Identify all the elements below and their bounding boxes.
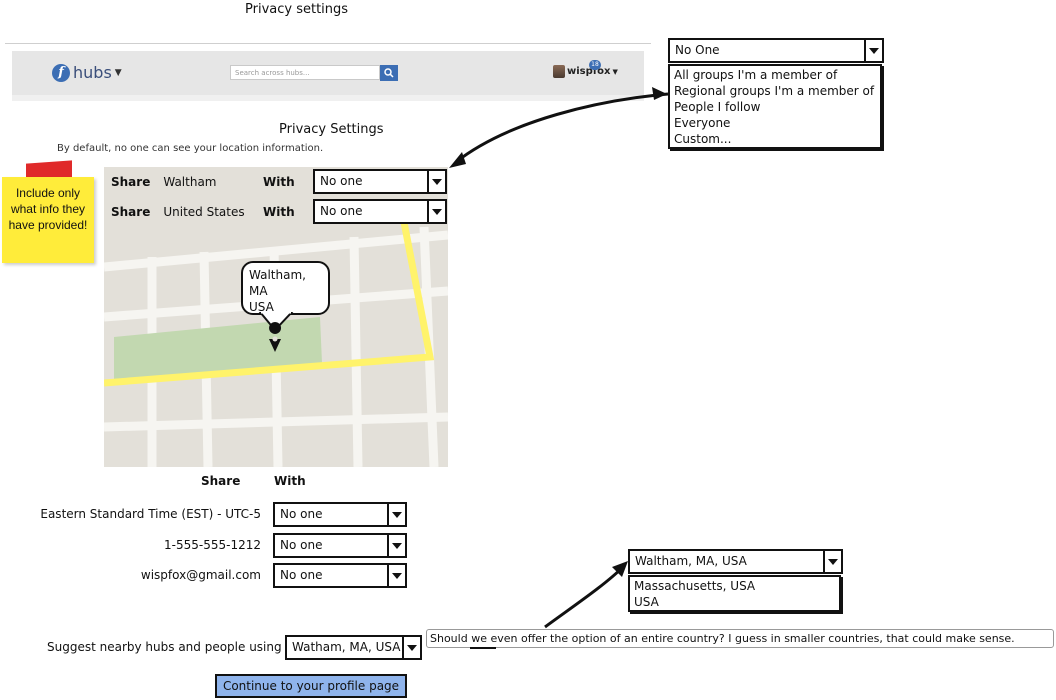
arrow-head <box>652 87 667 100</box>
dropdown-arrow-icon <box>402 637 420 658</box>
email-label: wispfox@gmail.com <box>140 568 261 582</box>
option-item[interactable]: People I follow <box>674 99 876 115</box>
option-item[interactable]: Everyone <box>674 115 876 131</box>
option-item[interactable]: Custom... <box>674 131 876 147</box>
select-value: No One <box>675 43 720 57</box>
option-item[interactable]: Massachusetts, USA <box>634 578 835 594</box>
table-header-with: With <box>274 474 306 488</box>
option-item[interactable]: USA <box>634 594 835 610</box>
username: wispfox <box>567 66 611 77</box>
continue-button[interactable]: Continue to your profile page <box>215 674 407 698</box>
search-icon <box>384 68 394 78</box>
logo-text: hubs <box>73 63 112 82</box>
callout-pointer <box>258 312 294 352</box>
phone-share-select[interactable]: No one <box>273 533 407 558</box>
option-item[interactable]: All groups I'm a member of <box>674 67 876 83</box>
hubs-logo[interactable]: f hubs ▼ <box>52 63 122 82</box>
fedora-logo-icon: f <box>52 63 70 82</box>
settings-description: By default, no one can see your location… <box>57 143 324 154</box>
phone-label: 1-555-555-1212 <box>164 538 261 552</box>
sticky-note: Include only what info they have provide… <box>2 177 94 263</box>
audience-options-list: All groups I'm a member of Regional grou… <box>668 64 882 149</box>
arrow-head <box>449 152 466 168</box>
dropdown-arrow-icon <box>387 535 405 556</box>
select-value: No one <box>320 174 363 188</box>
callout-city: Waltham, MA <box>249 268 306 298</box>
chevron-down-icon: ▼ <box>612 67 618 76</box>
dropdown-arrow-icon <box>823 551 841 572</box>
chevron-down-icon: ▼ <box>114 67 122 78</box>
page-title: Privacy settings <box>245 2 349 17</box>
select-value: No one <box>280 538 323 552</box>
table-header-share: Share <box>201 474 241 488</box>
option-item[interactable]: Regional groups I'm a member of <box>674 83 876 99</box>
place-label: United States <box>163 205 245 219</box>
select-value: No one <box>320 204 363 218</box>
share-label: Share <box>111 205 151 219</box>
user-menu[interactable]: wispfox ▼ <box>553 65 618 78</box>
search-button[interactable] <box>380 65 398 81</box>
select-value: Watham, MA, USA <box>292 640 401 654</box>
suggest-location-select[interactable]: Watham, MA, USA <box>285 635 422 660</box>
place-label: Waltham <box>163 175 217 189</box>
settings-title: Privacy Settings <box>279 122 384 137</box>
waltham-share-select[interactable]: No one <box>313 169 447 194</box>
arrow-head <box>612 561 628 577</box>
search-input[interactable]: Search across hubs... <box>230 65 380 80</box>
country-share-select[interactable]: No one <box>313 199 447 224</box>
select-value: Waltham, MA, USA <box>635 554 747 568</box>
location-options-list: Massachusetts, USA USA <box>628 575 841 612</box>
dropdown-arrow-icon <box>387 565 405 586</box>
email-share-select[interactable]: No one <box>273 563 407 588</box>
select-value: No one <box>280 507 323 521</box>
annotation-comment: Should we even offer the option of an en… <box>426 629 1054 648</box>
timezone-share-select[interactable]: No one <box>273 502 407 527</box>
dropdown-arrow-icon <box>864 40 882 61</box>
share-label: Share <box>111 175 151 189</box>
map-callout: Waltham, MA USA <box>241 261 330 315</box>
dropdown-arrow-icon <box>387 504 405 525</box>
share-row-waltham: Share Waltham <box>111 175 216 189</box>
with-label: With <box>263 205 295 219</box>
dropdown-arrow-icon <box>427 171 445 192</box>
select-value: No one <box>280 568 323 582</box>
suggest-label: Suggest nearby hubs and people using <box>47 640 282 654</box>
audience-select[interactable]: No One <box>668 38 884 63</box>
timezone-label: Eastern Standard Time (EST) - UTC-5 <box>40 507 261 521</box>
dropdown-arrow-icon <box>427 201 445 222</box>
location-granularity-select[interactable]: Waltham, MA, USA <box>628 549 843 574</box>
share-row-country: Share United States <box>111 205 245 219</box>
avatar <box>553 65 565 78</box>
with-label: With <box>263 175 295 189</box>
notification-badge[interactable]: 18 <box>589 60 601 70</box>
